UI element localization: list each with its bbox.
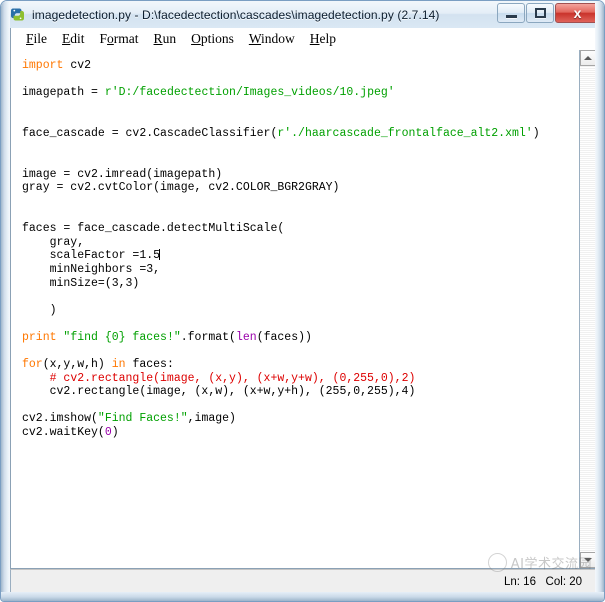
vertical-scrollbar[interactable] <box>579 50 596 568</box>
code-line: cv2.waitKey(0) <box>22 426 119 440</box>
code-line: import cv2 <box>22 59 92 72</box>
menu-item-window[interactable]: Window <box>242 30 303 48</box>
close-icon: x <box>573 5 582 21</box>
menu-item-file[interactable]: File <box>19 30 55 48</box>
scroll-up-button[interactable] <box>580 50 596 66</box>
code-line: # cv2.rectangle(image, (x,y), (x+w,y+w),… <box>49 371 416 385</box>
status-bar: Ln: 16 Col: 20 <box>10 569 597 594</box>
code-line: minNeighbors =3, <box>22 262 161 276</box>
window-title: imagedetection.py - D:\facedectection\ca… <box>32 7 440 22</box>
python-idle-icon <box>9 6 26 23</box>
window-border-right <box>595 1 604 601</box>
minimize-icon <box>505 14 517 18</box>
title-bar[interactable]: imagedetection.py - D:\facedectection\ca… <box>1 1 604 28</box>
code-line: cv2.rectangle(image, (x,w), (x+w,y+h), (… <box>22 385 416 399</box>
menu-item-edit[interactable]: Edit <box>55 30 93 48</box>
menu-bar: File Edit Format Run Options Window Help <box>10 28 597 50</box>
scroll-down-icon <box>584 558 592 562</box>
code-line: for(x,y,w,h) in faces: <box>22 358 174 372</box>
minimize-button[interactable] <box>497 3 525 23</box>
code-line: gray = cv2.cvtColor(image, cv2.COLOR_BGR… <box>22 181 340 195</box>
menu-item-run[interactable]: Run <box>147 30 185 48</box>
code-line: imagepath = r'D:/facedectection/Images_v… <box>22 86 395 100</box>
menu-item-options[interactable]: Options <box>184 30 242 48</box>
code-line: ) <box>22 303 57 317</box>
menu-item-format[interactable]: Format <box>93 30 147 48</box>
code-line: cv2.imshow("Find Faces!",image) <box>22 412 236 426</box>
idle-editor-window: imagedetection.py - D:\facedectection\ca… <box>0 0 605 602</box>
code-line: faces = face_cascade.detectMultiScale( <box>22 222 285 236</box>
code-line: face_cascade = cv2.CascadeClassifier(r'.… <box>22 126 540 140</box>
maximize-icon <box>534 8 546 18</box>
window-border-bottom <box>1 592 604 601</box>
code-line: image = cv2.imread(imagepath) <box>22 167 223 181</box>
code-line: print "find {0} faces!".format(len(faces… <box>22 330 312 344</box>
close-button[interactable]: x <box>555 3 600 23</box>
code-text-area[interactable]: import cv2 imagepath = r'D:/facedectecti… <box>11 50 579 568</box>
text-caret <box>159 249 161 261</box>
scroll-up-icon <box>584 56 592 60</box>
window-border-left <box>1 1 10 601</box>
maximize-button[interactable] <box>526 3 554 23</box>
code-line: gray, <box>22 235 85 249</box>
menu-item-help[interactable]: Help <box>303 30 344 48</box>
window-controls: x <box>497 3 600 23</box>
scroll-down-button[interactable] <box>580 552 596 568</box>
editor-container: import cv2 imagepath = r'D:/facedectecti… <box>10 50 597 569</box>
code-line-caret: scaleFactor =1.5 <box>22 249 161 263</box>
code-line: minSize=(3,3) <box>22 276 140 290</box>
cursor-position-label: Ln: 16 Col: 20 <box>504 575 582 588</box>
